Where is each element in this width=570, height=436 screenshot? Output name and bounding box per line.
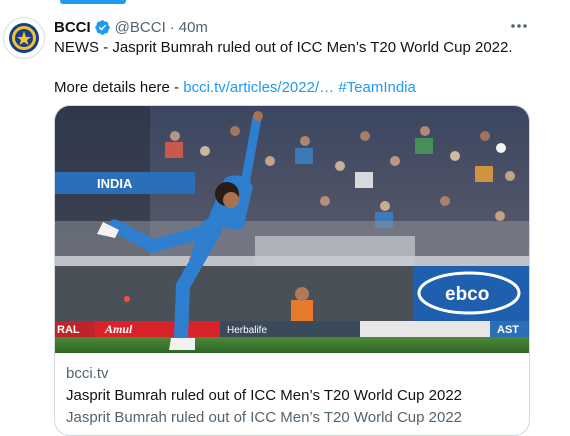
author-name[interactable]: BCCI	[54, 19, 91, 36]
bcci-logo-avatar[interactable]	[3, 17, 45, 59]
verified-badge-icon	[94, 19, 111, 36]
card-domain: bcci.tv	[66, 365, 109, 382]
link-preview-card[interactable]: INDIA ebco RAL Amul Herbalife AST bcci.t…	[54, 105, 530, 436]
tweet-header: BCCI @BCCI · 40m	[54, 17, 530, 37]
top-accent-bar	[60, 0, 126, 4]
card-image[interactable]: INDIA ebco RAL Amul Herbalife AST	[55, 106, 529, 353]
image-ad-herbalife: Herbalife	[227, 325, 267, 336]
tweet-body: NEWS - Jasprit Bumrah ruled out of ICC M…	[54, 38, 534, 98]
card-meta: bcci.tv Jasprit Bumrah ruled out of ICC …	[66, 364, 516, 428]
tweet-text-line1: NEWS - Jasprit Bumrah ruled out of ICC M…	[54, 39, 513, 56]
image-ad-ral: RAL	[57, 324, 80, 336]
tweet-timestamp[interactable]: 40m	[179, 19, 208, 36]
image-ad-ast: AST	[497, 324, 519, 336]
article-link[interactable]: bcci.tv/articles/2022/…	[183, 79, 334, 96]
image-board-india: INDIA	[97, 176, 133, 191]
hashtag-link[interactable]: #TeamIndia	[338, 79, 416, 96]
more-options-icon[interactable]	[508, 16, 530, 36]
image-ad-amul: Amul	[104, 322, 133, 336]
card-title[interactable]: Jasprit Bumrah ruled out of ICC Men’s T2…	[66, 386, 516, 406]
author-handle[interactable]: @BCCI	[115, 19, 166, 36]
card-description: Jasprit Bumrah ruled out of ICC Men’s T2…	[66, 409, 463, 426]
tweet-text-line2: More details here - bcci.tv/articles/202…	[54, 78, 534, 98]
tweet-text-prefix: More details here -	[54, 79, 184, 96]
image-banner-ebco: ebco	[445, 284, 489, 305]
separator-dot: ·	[169, 18, 175, 36]
